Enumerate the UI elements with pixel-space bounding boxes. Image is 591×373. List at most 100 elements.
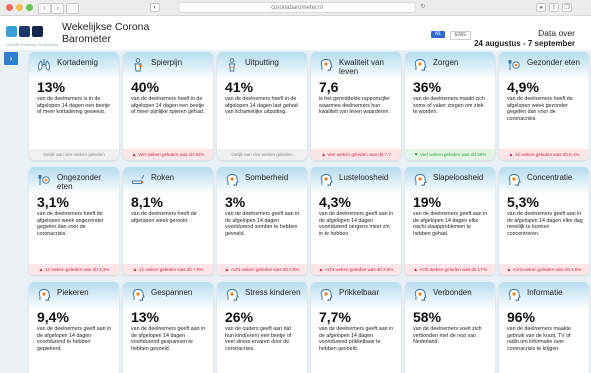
indicator-card[interactable]: Gezonder eten 4,9% van de deelnemers heeft… xyxy=(499,52,589,160)
indicator-card[interactable]: Concentratie 5,3% van de deelnemers geeft … xyxy=(499,167,589,275)
download-icon[interactable]: ● xyxy=(536,3,546,12)
indicator-card[interactable]: Spierpijn 40% van de deelnemers heeft in d… xyxy=(123,52,213,160)
card-title: Piekeren xyxy=(57,288,89,297)
trend-text: 12 weken geleden was dit 7,8% xyxy=(138,267,204,272)
indicator-card[interactable]: Kwaliteit van leven 7,6 is het gemiddelde … xyxy=(311,52,401,160)
card-value: 26% xyxy=(225,309,254,325)
card-value: 4,9% xyxy=(507,79,539,95)
indicator-card[interactable]: Lusteloosheid 4,3% van de deelnemers geeft… xyxy=(311,167,401,275)
date-range: 24 augustus - 7 september xyxy=(474,39,575,48)
date-label: Data over xyxy=(538,28,575,38)
trend-footer: ▲ 12 weken geleden was dit 6,1% xyxy=(499,149,589,160)
card-description: van de deelnemers maakt zich soms of vak… xyxy=(413,96,485,116)
card-description: van de deelnemers geeft aan in de afgelo… xyxy=(131,326,206,352)
indicator-grid: Kortademig 13% van de deelnemers is in de … xyxy=(29,52,591,373)
card-title: Kortademig xyxy=(57,58,98,67)
card-description: is het gemiddelde rapportcijfer waarmee … xyxy=(319,96,390,116)
share-icon[interactable]: ⇧ xyxy=(549,3,559,12)
card-description: van de ouders geeft aan dat hun kind(ere… xyxy=(225,326,292,352)
back-button[interactable]: ‹ xyxy=(38,3,51,14)
trend-footer: Gelijk aan vier weken geleden xyxy=(29,149,119,160)
card-description: van de deelnemers maakte gebruik van de … xyxy=(507,326,571,352)
card-value: 4,3% xyxy=(319,194,351,210)
card-description: van de deelnemers geeft aan in de afgelo… xyxy=(225,211,300,237)
main-content: › Kortademig 13% van de deelnemers is in d… xyxy=(0,50,591,373)
card-value: 8,1% xyxy=(131,194,163,210)
logo xyxy=(6,22,46,40)
card-title: Spierpijn xyxy=(151,58,183,67)
minimize-window-icon[interactable] xyxy=(16,4,23,11)
shield-icon[interactable]: ◐ xyxy=(150,3,160,12)
trend-footer: ▲ 12 weken geleden was dit 3,3% xyxy=(29,264,119,275)
card-value: 3% xyxy=(225,194,246,210)
page-title: Wekelijkse Corona Barometer xyxy=(62,21,149,45)
card-description: van de deelnemers heeft de afgelopen wee… xyxy=(37,211,104,237)
indicator-card[interactable]: Stress kinderen 26% van de ouders geeft aa… xyxy=(217,282,307,373)
trend-text: Acht weken geleden was dit 4,6% xyxy=(512,267,582,272)
trend-text: Acht weken geleden was dit 2,6% xyxy=(230,267,300,272)
trend-text: Gelijk aan vier weken geleden xyxy=(231,152,293,157)
card-description: van de deelnemers is in de afgelopen 14 … xyxy=(37,96,111,116)
sidebar-toggle-icon[interactable] xyxy=(66,3,79,14)
card-title: Concentratie xyxy=(527,173,573,182)
card-value: 96% xyxy=(507,309,536,325)
indicator-card[interactable]: Slapeloosheid 19% van de deelnemers geeft … xyxy=(405,167,495,275)
card-description: van de deelnemers heeft de afgelopen wee… xyxy=(131,211,197,224)
language-nl-button[interactable]: NL xyxy=(431,31,446,38)
indicator-card[interactable]: Zorgen 36% van de deelnemers maakt zich so… xyxy=(405,52,495,160)
page-title-line-2: Barometer xyxy=(62,33,112,45)
trend-text: Vier weken geleden was dit 7,7 xyxy=(327,152,391,157)
card-title: Gezonder eten xyxy=(527,58,580,67)
card-description: van de deelnemers geeft aan in de afgelo… xyxy=(507,211,583,237)
sidebar-open-button[interactable]: › xyxy=(4,52,18,65)
indicator-card[interactable]: Piekeren 9,4% van de deelnemers geeft aan … xyxy=(29,282,119,373)
indicator-card[interactable]: Ongezonder eten 3,1% van de deelnemers hee… xyxy=(29,167,119,275)
trend-footer: ▲ Vier weken geleden was dit 32% xyxy=(123,149,213,160)
card-title: Lusteloosheid xyxy=(339,173,389,182)
trend-text: 12 weken geleden was dit 6,1% xyxy=(514,152,580,157)
indicator-card[interactable]: Informatie 96% van de deelnemers maakte ge… xyxy=(499,282,589,373)
indicator-card[interactable]: Prikkelbaar 7,7% van de deelnemers geeft a… xyxy=(311,282,401,373)
tabs-icon[interactable]: ❐ xyxy=(562,3,572,12)
trend-footer: Gelijk aan vier weken geleden xyxy=(217,149,307,160)
card-value: 5,3% xyxy=(507,194,539,210)
trend-text: Acht weken geleden was dit 3,6% xyxy=(324,267,394,272)
card-value: 7,6 xyxy=(319,79,339,95)
card-description: van de deelnemers geeft aan in de afgelo… xyxy=(37,326,112,352)
trend-footer: ▼ Vier weken geleden was dit 38% xyxy=(405,149,495,160)
indicator-card[interactable]: Somberheid 3% van de deelnemers geeft aan … xyxy=(217,167,307,275)
trend-footer: ▲ 12 weken geleden was dit 7,8% xyxy=(123,264,213,275)
trend-text: Vier weken geleden was dit 32% xyxy=(138,152,205,157)
close-window-icon[interactable] xyxy=(6,4,13,11)
forward-button[interactable]: › xyxy=(51,3,64,14)
indicator-card[interactable]: Roken 8,1% van de deelnemers heeft de afge… xyxy=(123,167,213,275)
indicator-card[interactable]: Uitputting 41% van de deelnemers heeft in … xyxy=(217,52,307,160)
trend-footer: ▲ Acht weken geleden was dit 3,6% xyxy=(311,264,401,275)
reload-icon[interactable]: ↻ xyxy=(418,3,428,12)
card-title: Gespannen xyxy=(151,288,193,297)
indicator-card[interactable]: Gespannen 13% van de deelnemers geeft aan … xyxy=(123,282,213,373)
card-description: van de deelnemers voelt zich verbonden m… xyxy=(413,326,482,346)
language-eng-button[interactable]: ENG xyxy=(450,31,471,40)
card-title: Slapeloosheid xyxy=(433,173,484,182)
card-value: 3,1% xyxy=(37,194,69,210)
card-description: van de deelnemers geeft aan in de afgelo… xyxy=(319,211,394,237)
trend-footer: ▲ Acht weken geleden was dit 2,6% xyxy=(217,264,307,275)
card-title: Informatie xyxy=(527,288,563,297)
card-title: Verbonden xyxy=(433,288,472,297)
card-description: van de deelnemers heeft de afgelopen wee… xyxy=(507,96,573,122)
card-value: 40% xyxy=(131,79,160,95)
trend-footer: ▲ Acht weken geleden was dit 17% xyxy=(405,264,495,275)
trend-footer: ▲ Vier weken geleden was dit 7,7 xyxy=(311,149,401,160)
indicator-card[interactable]: Verbonden 58% van de deelnemers voelt zich… xyxy=(405,282,495,373)
card-title: Ongezonder eten xyxy=(57,173,102,191)
card-value: 41% xyxy=(225,79,254,95)
card-value: 13% xyxy=(37,79,66,95)
card-value: 36% xyxy=(413,79,442,95)
card-title: Uitputting xyxy=(245,58,279,67)
maximize-window-icon[interactable] xyxy=(26,4,33,11)
indicator-card[interactable]: Kortademig 13% van de deelnemers is in de … xyxy=(29,52,119,160)
address-bar[interactable]: coronabarometer.nl xyxy=(178,2,416,13)
trend-footer: ▲ Acht weken geleden was dit 4,6% xyxy=(499,264,589,275)
card-value: 19% xyxy=(413,194,442,210)
